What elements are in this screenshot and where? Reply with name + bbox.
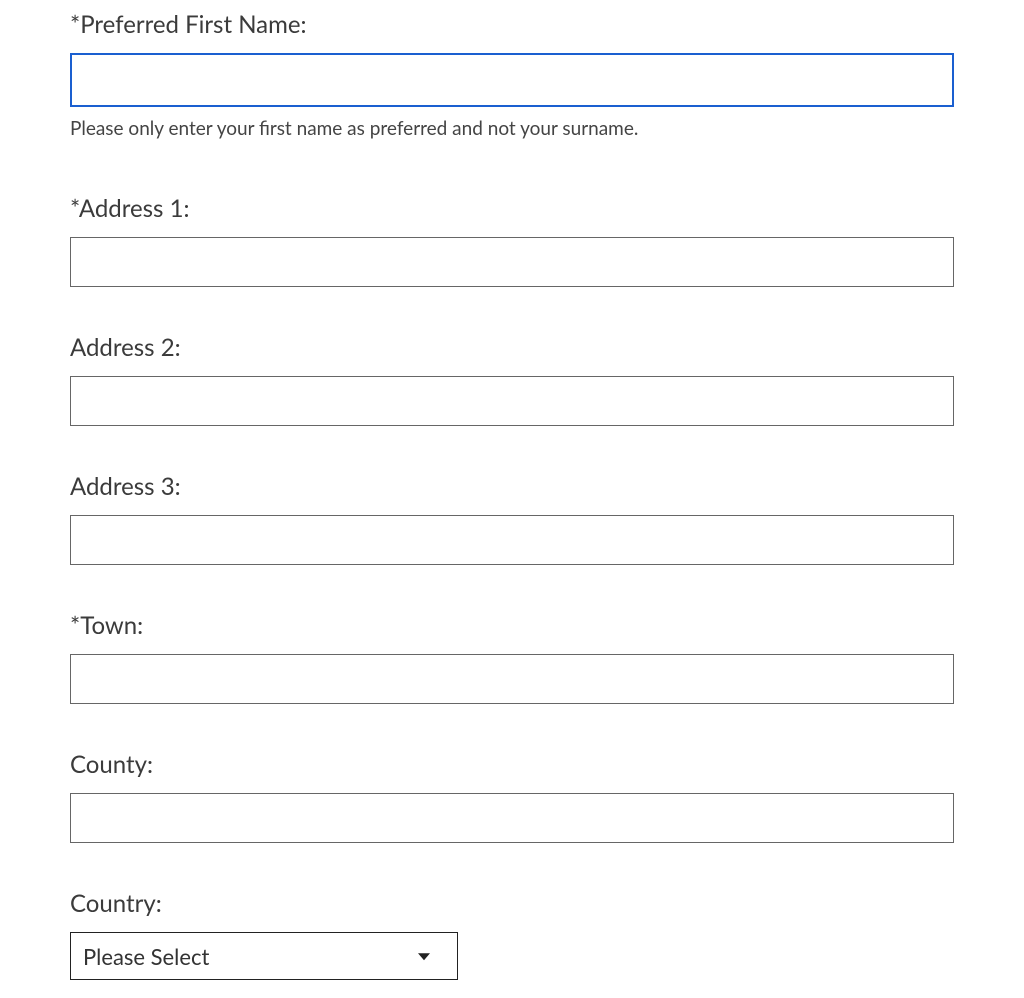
select-country[interactable]: Please Select [70,932,458,980]
field-preferred-first-name: *Preferred First Name: Please only enter… [70,10,954,140]
label-country: Country: [70,889,954,918]
field-address2: Address 2: [70,333,954,426]
select-country-value: Please Select [70,932,458,980]
form-container: *Preferred First Name: Please only enter… [0,0,1024,980]
input-address1[interactable] [70,237,954,287]
input-town[interactable] [70,654,954,704]
label-town: *Town: [70,611,954,640]
label-address3: Address 3: [70,472,954,501]
field-county: County: [70,750,954,843]
field-town: *Town: [70,611,954,704]
field-address3: Address 3: [70,472,954,565]
chevron-down-icon [418,953,430,960]
label-address2: Address 2: [70,333,954,362]
help-preferred-first-name: Please only enter your first name as pre… [70,117,954,140]
label-address1: *Address 1: [70,194,954,223]
field-country: Country: Please Select [70,889,954,980]
input-county[interactable] [70,793,954,843]
input-preferred-first-name[interactable] [70,53,954,107]
field-address1: *Address 1: [70,194,954,287]
label-preferred-first-name: *Preferred First Name: [70,10,954,39]
input-address3[interactable] [70,515,954,565]
input-address2[interactable] [70,376,954,426]
label-county: County: [70,750,954,779]
